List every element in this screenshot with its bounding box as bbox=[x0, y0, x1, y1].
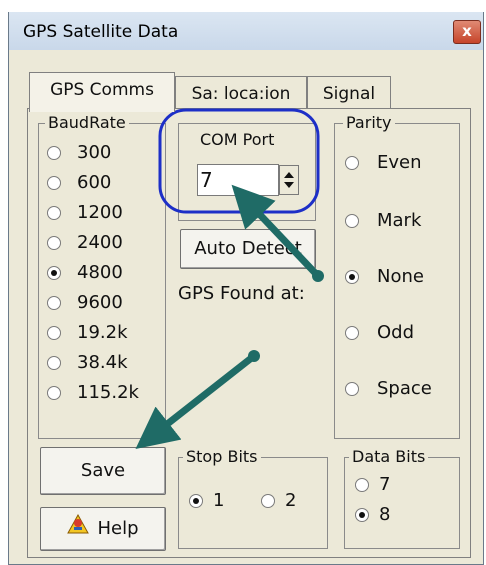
arrow-tail-dot bbox=[312, 270, 324, 282]
com-port-highlight-circle bbox=[158, 108, 320, 214]
arrow-to-save bbox=[135, 353, 257, 449]
tab-label: GPS Comms bbox=[50, 80, 154, 100]
arrow-tail-dot bbox=[248, 350, 260, 362]
tab-gps-comms[interactable]: GPS Comms bbox=[29, 72, 175, 112]
